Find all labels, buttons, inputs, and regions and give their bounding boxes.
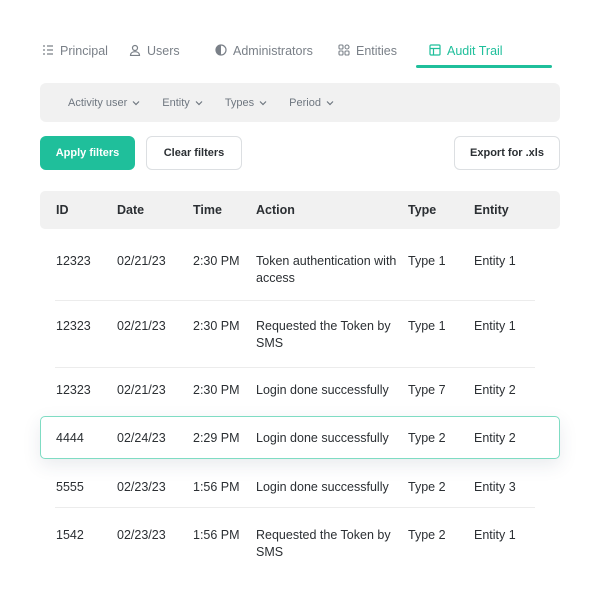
cell-type: Type 2 [408, 528, 446, 542]
cell-id: 12323 [56, 254, 91, 268]
cell-id: 1542 [56, 528, 84, 542]
tab-entities[interactable]: Entities [338, 34, 397, 68]
tab-bar: Principal Users Administrators Entities … [30, 34, 570, 68]
chevron-down-icon [259, 97, 267, 109]
cell-entity: Entity 1 [474, 319, 516, 333]
table-row[interactable]: 12323 02/21/23 2:30 PM Requested the Tok… [40, 301, 560, 368]
cell-entity: Entity 2 [474, 431, 516, 445]
cell-date: 02/23/23 [117, 480, 166, 494]
filter-activity-user[interactable]: Activity user [68, 97, 140, 109]
cell-time: 2:30 PM [193, 383, 240, 397]
cell-type: Type 1 [408, 254, 446, 268]
cell-id: 5555 [56, 480, 84, 494]
cell-date: 02/23/23 [117, 528, 166, 542]
cell-time: 1:56 PM [193, 480, 240, 494]
filter-label: Entity [162, 96, 190, 109]
table-row[interactable]: 12323 02/21/23 2:30 PM Login done succes… [40, 368, 560, 412]
column-header-time[interactable]: Time [193, 191, 222, 229]
filter-label: Types [224, 96, 255, 109]
cell-type: Type 7 [408, 383, 446, 397]
tab-principal[interactable]: Principal [42, 34, 108, 68]
filter-bar: Activity user Entity Types Period [40, 83, 560, 122]
cell-id: 12323 [56, 319, 91, 333]
column-header-entity[interactable]: Entity [474, 191, 509, 229]
cell-date: 02/21/23 [117, 383, 166, 397]
tab-label: Entities [356, 44, 397, 58]
grid-icon [338, 43, 350, 59]
list-icon [42, 44, 54, 59]
table-row[interactable]: 1542 02/23/23 1:56 PM Requested the Toke… [40, 508, 560, 578]
table-row[interactable]: 5555 02/23/23 1:56 PM Login done success… [40, 463, 560, 508]
filter-entity[interactable]: Entity [162, 97, 203, 109]
apply-filters-button[interactable]: Apply filters [40, 136, 135, 170]
chevron-down-icon [326, 97, 334, 109]
filter-label: Period [289, 96, 321, 109]
cell-date: 02/21/23 [117, 254, 166, 268]
cell-action: Requested the Token by SMS [256, 528, 391, 559]
cell-entity: Entity 1 [474, 528, 516, 542]
cell-time: 2:29 PM [193, 431, 240, 445]
table-row-selected[interactable]: 4444 02/24/23 2:29 PM Login done success… [40, 416, 560, 459]
cell-entity: Entity 3 [474, 480, 516, 494]
user-icon [129, 44, 141, 59]
cell-type: Type 1 [408, 319, 446, 333]
cell-entity: Entity 2 [474, 383, 516, 397]
shield-icon [215, 43, 227, 59]
cell-time: 2:30 PM [193, 254, 240, 268]
column-header-type[interactable]: Type [408, 191, 436, 229]
cell-id: 4444 [56, 431, 84, 445]
cell-action: Login done successfully [256, 480, 389, 494]
export-xls-button[interactable]: Export for .xls [454, 136, 560, 170]
tab-label: Administrators [233, 44, 313, 58]
clear-filters-button[interactable]: Clear filters [146, 136, 242, 170]
cell-date: 02/21/23 [117, 319, 166, 333]
cell-entity: Entity 1 [474, 254, 516, 268]
column-header-date[interactable]: Date [117, 191, 144, 229]
cell-action: Login done successfully [256, 431, 389, 445]
column-header-id[interactable]: ID [56, 191, 69, 229]
cell-action: Requested the Token by SMS [256, 319, 391, 350]
tab-label: Audit Trail [447, 44, 503, 58]
cell-date: 02/24/23 [117, 431, 166, 445]
chevron-down-icon [132, 97, 140, 109]
tab-users[interactable]: Users [129, 34, 180, 68]
tab-label: Users [147, 44, 180, 58]
table-icon [429, 43, 441, 59]
cell-time: 1:56 PM [193, 528, 240, 542]
tab-administrators[interactable]: Administrators [215, 34, 313, 68]
chevron-down-icon [195, 97, 203, 109]
cell-id: 12323 [56, 383, 91, 397]
cell-action: Login done successfully [256, 383, 389, 397]
filter-types[interactable]: Types [225, 97, 267, 109]
cell-action: Token authentication with access [256, 254, 397, 285]
cell-type: Type 2 [408, 431, 446, 445]
active-tab-indicator [416, 65, 552, 68]
tab-audit-trail[interactable]: Audit Trail [429, 34, 503, 68]
column-header-action[interactable]: Action [256, 191, 295, 229]
tab-label: Principal [60, 44, 108, 58]
filter-period[interactable]: Period [289, 97, 334, 109]
cell-type: Type 2 [408, 480, 446, 494]
filter-label: Activity user [68, 96, 128, 109]
cell-time: 2:30 PM [193, 319, 240, 333]
table-row[interactable]: 12323 02/21/23 2:30 PM Token authenticat… [40, 229, 560, 301]
table-header: ID Date Time Action Type Entity [40, 191, 560, 229]
